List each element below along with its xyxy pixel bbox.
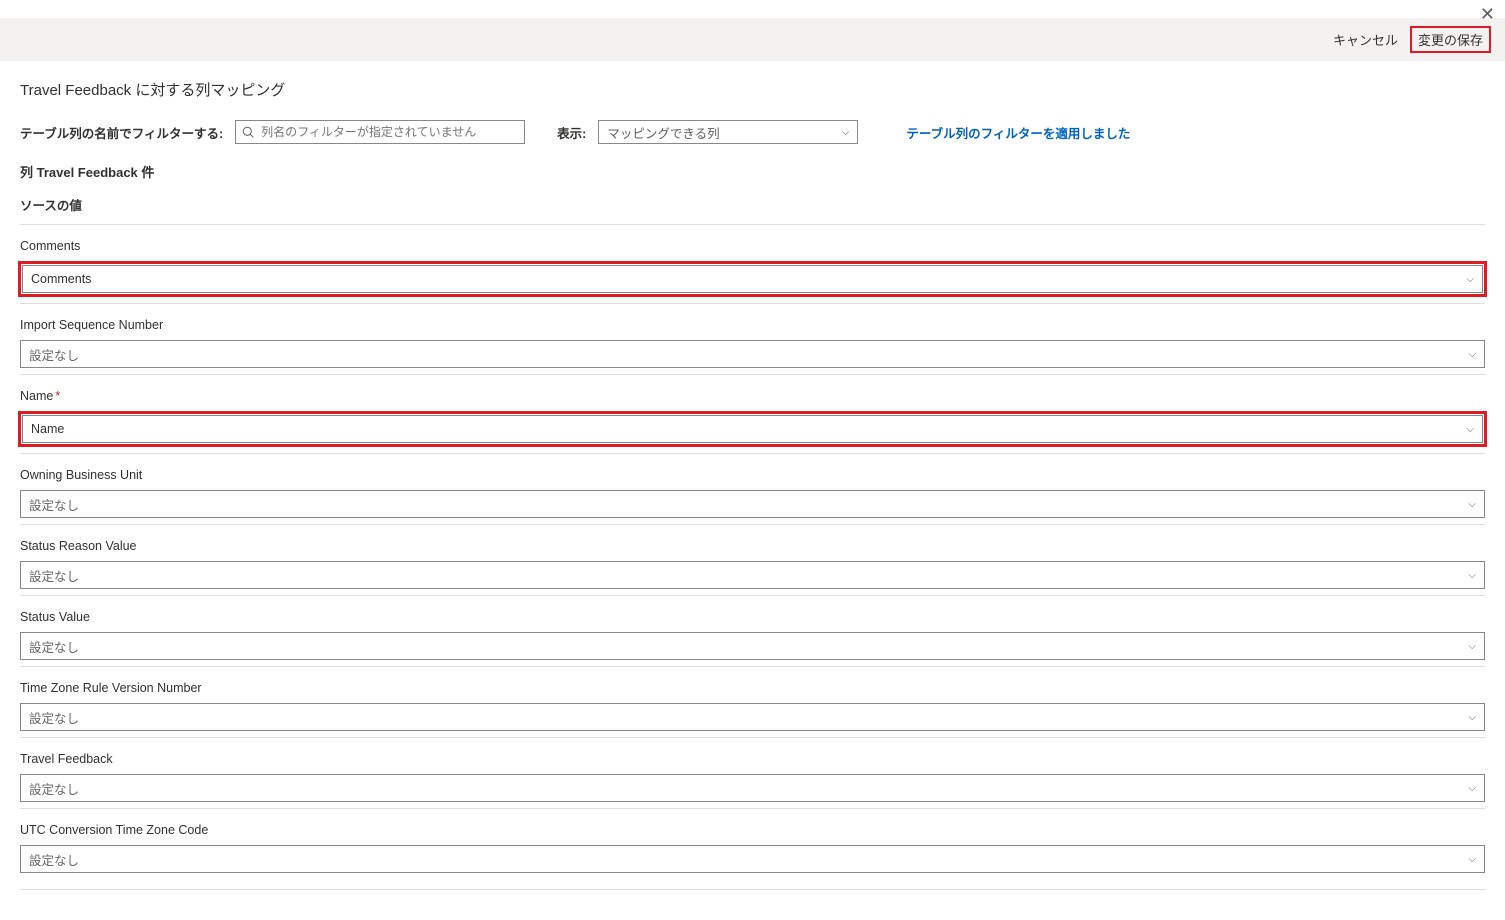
- mapping-select-value: 設定なし: [29, 708, 79, 727]
- mapping-select-value: Name: [31, 422, 64, 436]
- mapping-select[interactable]: Name ⌵: [22, 415, 1483, 443]
- mapping-field: Status Reason Value 設定なし ⌵: [20, 524, 1485, 595]
- cancel-button[interactable]: キャンセル: [1333, 30, 1398, 49]
- mapping-select-value: 設定なし: [29, 345, 79, 364]
- header-bar: キャンセル 変更の保存: [0, 18, 1505, 61]
- mapping-field: Travel Feedback 設定なし ⌵: [20, 737, 1485, 808]
- mapping-select[interactable]: 設定なし ⌵: [20, 561, 1485, 589]
- field-label: Import Sequence Number: [20, 318, 1485, 332]
- field-label: Comments: [20, 239, 1485, 253]
- filter-text-field[interactable]: [261, 125, 518, 139]
- mapping-select[interactable]: 設定なし ⌵: [20, 490, 1485, 518]
- field-label: Travel Feedback: [20, 752, 1485, 766]
- chevron-down-icon: ⌵: [1468, 641, 1476, 652]
- filter-applied-link[interactable]: テーブル列のフィルターを適用しました: [906, 123, 1130, 142]
- mapping-select-value: 設定なし: [29, 566, 79, 585]
- divider: [20, 889, 1485, 890]
- field-label: Status Reason Value: [20, 539, 1485, 553]
- display-select[interactable]: マッピングできる列 ⌵: [598, 120, 858, 144]
- chevron-down-icon: ⌵: [1466, 424, 1474, 435]
- mapping-field: UTC Conversion Time Zone Code 設定なし ⌵: [20, 808, 1485, 879]
- chevron-down-icon: ⌵: [1468, 854, 1476, 865]
- search-icon: [242, 126, 255, 139]
- mapping-select[interactable]: 設定なし ⌵: [20, 845, 1485, 873]
- display-label: 表示:: [557, 123, 586, 142]
- mapping-select-value: 設定なし: [29, 495, 79, 514]
- content-area: Travel Feedback に対する列マッピング テーブル列の名前でフィルタ…: [0, 61, 1505, 920]
- chevron-down-icon: ⌵: [1468, 712, 1476, 723]
- mapping-select-value: 設定なし: [29, 637, 79, 656]
- column-filter-input[interactable]: [235, 120, 525, 144]
- chevron-down-icon: ⌵: [842, 127, 850, 138]
- display-select-value: マッピングできる列: [607, 123, 719, 142]
- highlight-frame: Comments ⌵: [18, 261, 1487, 297]
- mapping-select[interactable]: 設定なし ⌵: [20, 774, 1485, 802]
- page-title: Travel Feedback に対する列マッピング: [20, 79, 1485, 100]
- mapping-field: Comments Comments ⌵: [20, 224, 1485, 303]
- mapping-field: Name* Name ⌵: [20, 374, 1485, 453]
- mapping-select-value: Comments: [31, 272, 91, 286]
- field-label: UTC Conversion Time Zone Code: [20, 823, 1485, 837]
- mapping-field: Import Sequence Number 設定なし ⌵: [20, 303, 1485, 374]
- mapping-field: Status Value 設定なし ⌵: [20, 595, 1485, 666]
- filter-row: テーブル列の名前でフィルターする: 表示: マッピングできる列 ⌵ テーブル列の…: [20, 120, 1485, 144]
- chevron-down-icon: ⌵: [1468, 570, 1476, 581]
- chevron-down-icon: ⌵: [1468, 349, 1476, 360]
- chevron-down-icon: ⌵: [1468, 783, 1476, 794]
- mapping-select[interactable]: 設定なし ⌵: [20, 703, 1485, 731]
- mapping-select-value: 設定なし: [29, 779, 79, 798]
- highlight-frame: Name ⌵: [18, 411, 1487, 447]
- mapping-field: Time Zone Rule Version Number 設定なし ⌵: [20, 666, 1485, 737]
- mapping-select[interactable]: Comments ⌵: [22, 265, 1483, 293]
- close-icon[interactable]: ✕: [1480, 4, 1495, 25]
- mapping-select-value: 設定なし: [29, 850, 79, 869]
- mapping-field: Owning Business Unit 設定なし ⌵: [20, 453, 1485, 524]
- chevron-down-icon: ⌵: [1468, 499, 1476, 510]
- field-label: Owning Business Unit: [20, 468, 1485, 482]
- chevron-down-icon: ⌵: [1466, 274, 1474, 285]
- field-label: Name*: [20, 389, 1485, 403]
- filter-label: テーブル列の名前でフィルターする:: [20, 123, 223, 142]
- required-indicator: *: [55, 389, 60, 403]
- mapping-select[interactable]: 設定なし ⌵: [20, 340, 1485, 368]
- save-button[interactable]: 変更の保存: [1410, 26, 1491, 53]
- section-heading: 列 Travel Feedback 件: [20, 162, 1485, 181]
- section-subheading: ソースの値: [20, 195, 1485, 224]
- field-label: Time Zone Rule Version Number: [20, 681, 1485, 695]
- mapping-select[interactable]: 設定なし ⌵: [20, 632, 1485, 660]
- field-label: Status Value: [20, 610, 1485, 624]
